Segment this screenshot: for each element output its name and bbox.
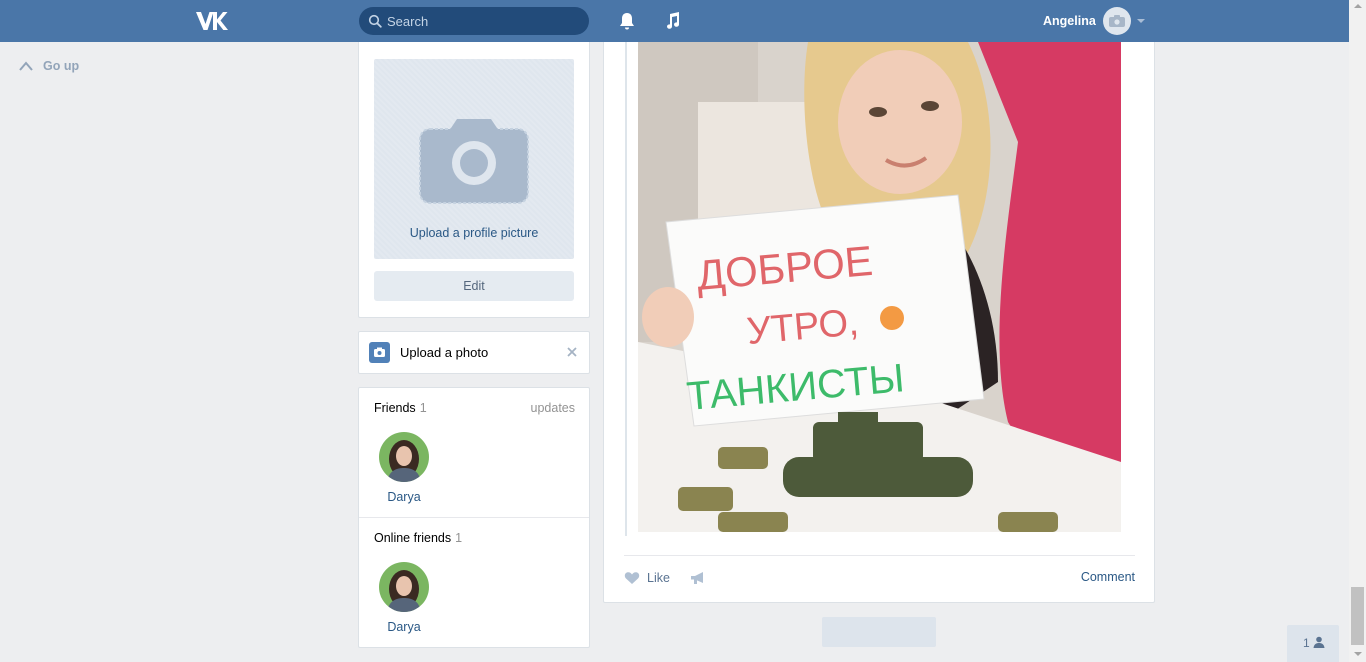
online-friends-count: 1 [455,531,463,545]
upload-photo-label: Upload a photo [400,345,489,360]
user-icon [1313,636,1325,648]
top-bar: Search Angelina [0,0,1349,42]
scrollbar[interactable] [1349,0,1366,662]
wall-post: ДОБРОЕ УТРО, ТАНКИСТЫ Like Comment [603,42,1155,603]
friend-avatar[interactable] [379,432,429,482]
online-friend-avatar[interactable] [379,562,429,612]
friends-updates-link[interactable]: updates [529,401,575,415]
post-divider [624,555,1135,556]
divider [359,517,589,518]
comment-button[interactable]: Comment [1074,570,1135,584]
close-icon[interactable] [566,346,578,358]
like-button[interactable]: Like [624,570,684,588]
post-photo[interactable]: ДОБРОЕ УТРО, ТАНКИСТЫ [638,42,1121,532]
search-placeholder: Search [387,14,429,29]
scroll-thumb[interactable] [1351,587,1364,645]
edit-button[interactable]: Edit [374,271,574,301]
online-count: 1 [1303,636,1310,650]
search-icon [368,14,382,28]
music-icon[interactable] [664,11,682,31]
upload-profile-picture-link[interactable]: Upload a profile picture [374,226,574,240]
repost-line [625,42,627,536]
megaphone-icon[interactable] [690,571,706,585]
heart-icon [624,572,640,584]
scroll-up-arrow[interactable] [1354,4,1362,8]
friends-card: Friends 1 updates Darya Online friends 1 D… [358,387,590,648]
scroll-down-arrow[interactable] [1354,652,1362,656]
camera-icon [1109,15,1125,27]
profile-picture-placeholder[interactable]: Upload a profile picture [374,59,574,259]
online-friends-title-label: Online friends [374,531,452,545]
friend-name[interactable]: Darya [369,490,439,504]
go-up-label: Go up [43,59,80,73]
friends-title[interactable]: Friends 1 [374,401,427,415]
online-friend-name[interactable]: Darya [369,620,439,634]
camera-icon [369,342,390,363]
online-friends-title[interactable]: Online friends 1 [374,531,462,545]
chevron-up-icon [19,61,33,71]
camera-icon [419,119,529,204]
vk-logo-icon[interactable] [194,9,228,33]
like-label: Like [647,571,670,585]
chevron-down-icon[interactable] [1137,19,1145,23]
profile-photo-card: Upload a profile picture Edit [358,42,590,318]
user-avatar[interactable] [1103,7,1131,35]
chat-online-button[interactable]: 1 [1287,625,1339,662]
friends-title-label: Friends [374,401,416,415]
search-input[interactable]: Search [359,7,589,35]
friends-count: 1 [419,401,427,415]
bell-icon[interactable] [618,11,636,31]
username[interactable]: Angelina [1043,14,1096,28]
upload-photo-card[interactable]: Upload a photo [358,331,590,374]
load-more-placeholder [822,617,936,647]
